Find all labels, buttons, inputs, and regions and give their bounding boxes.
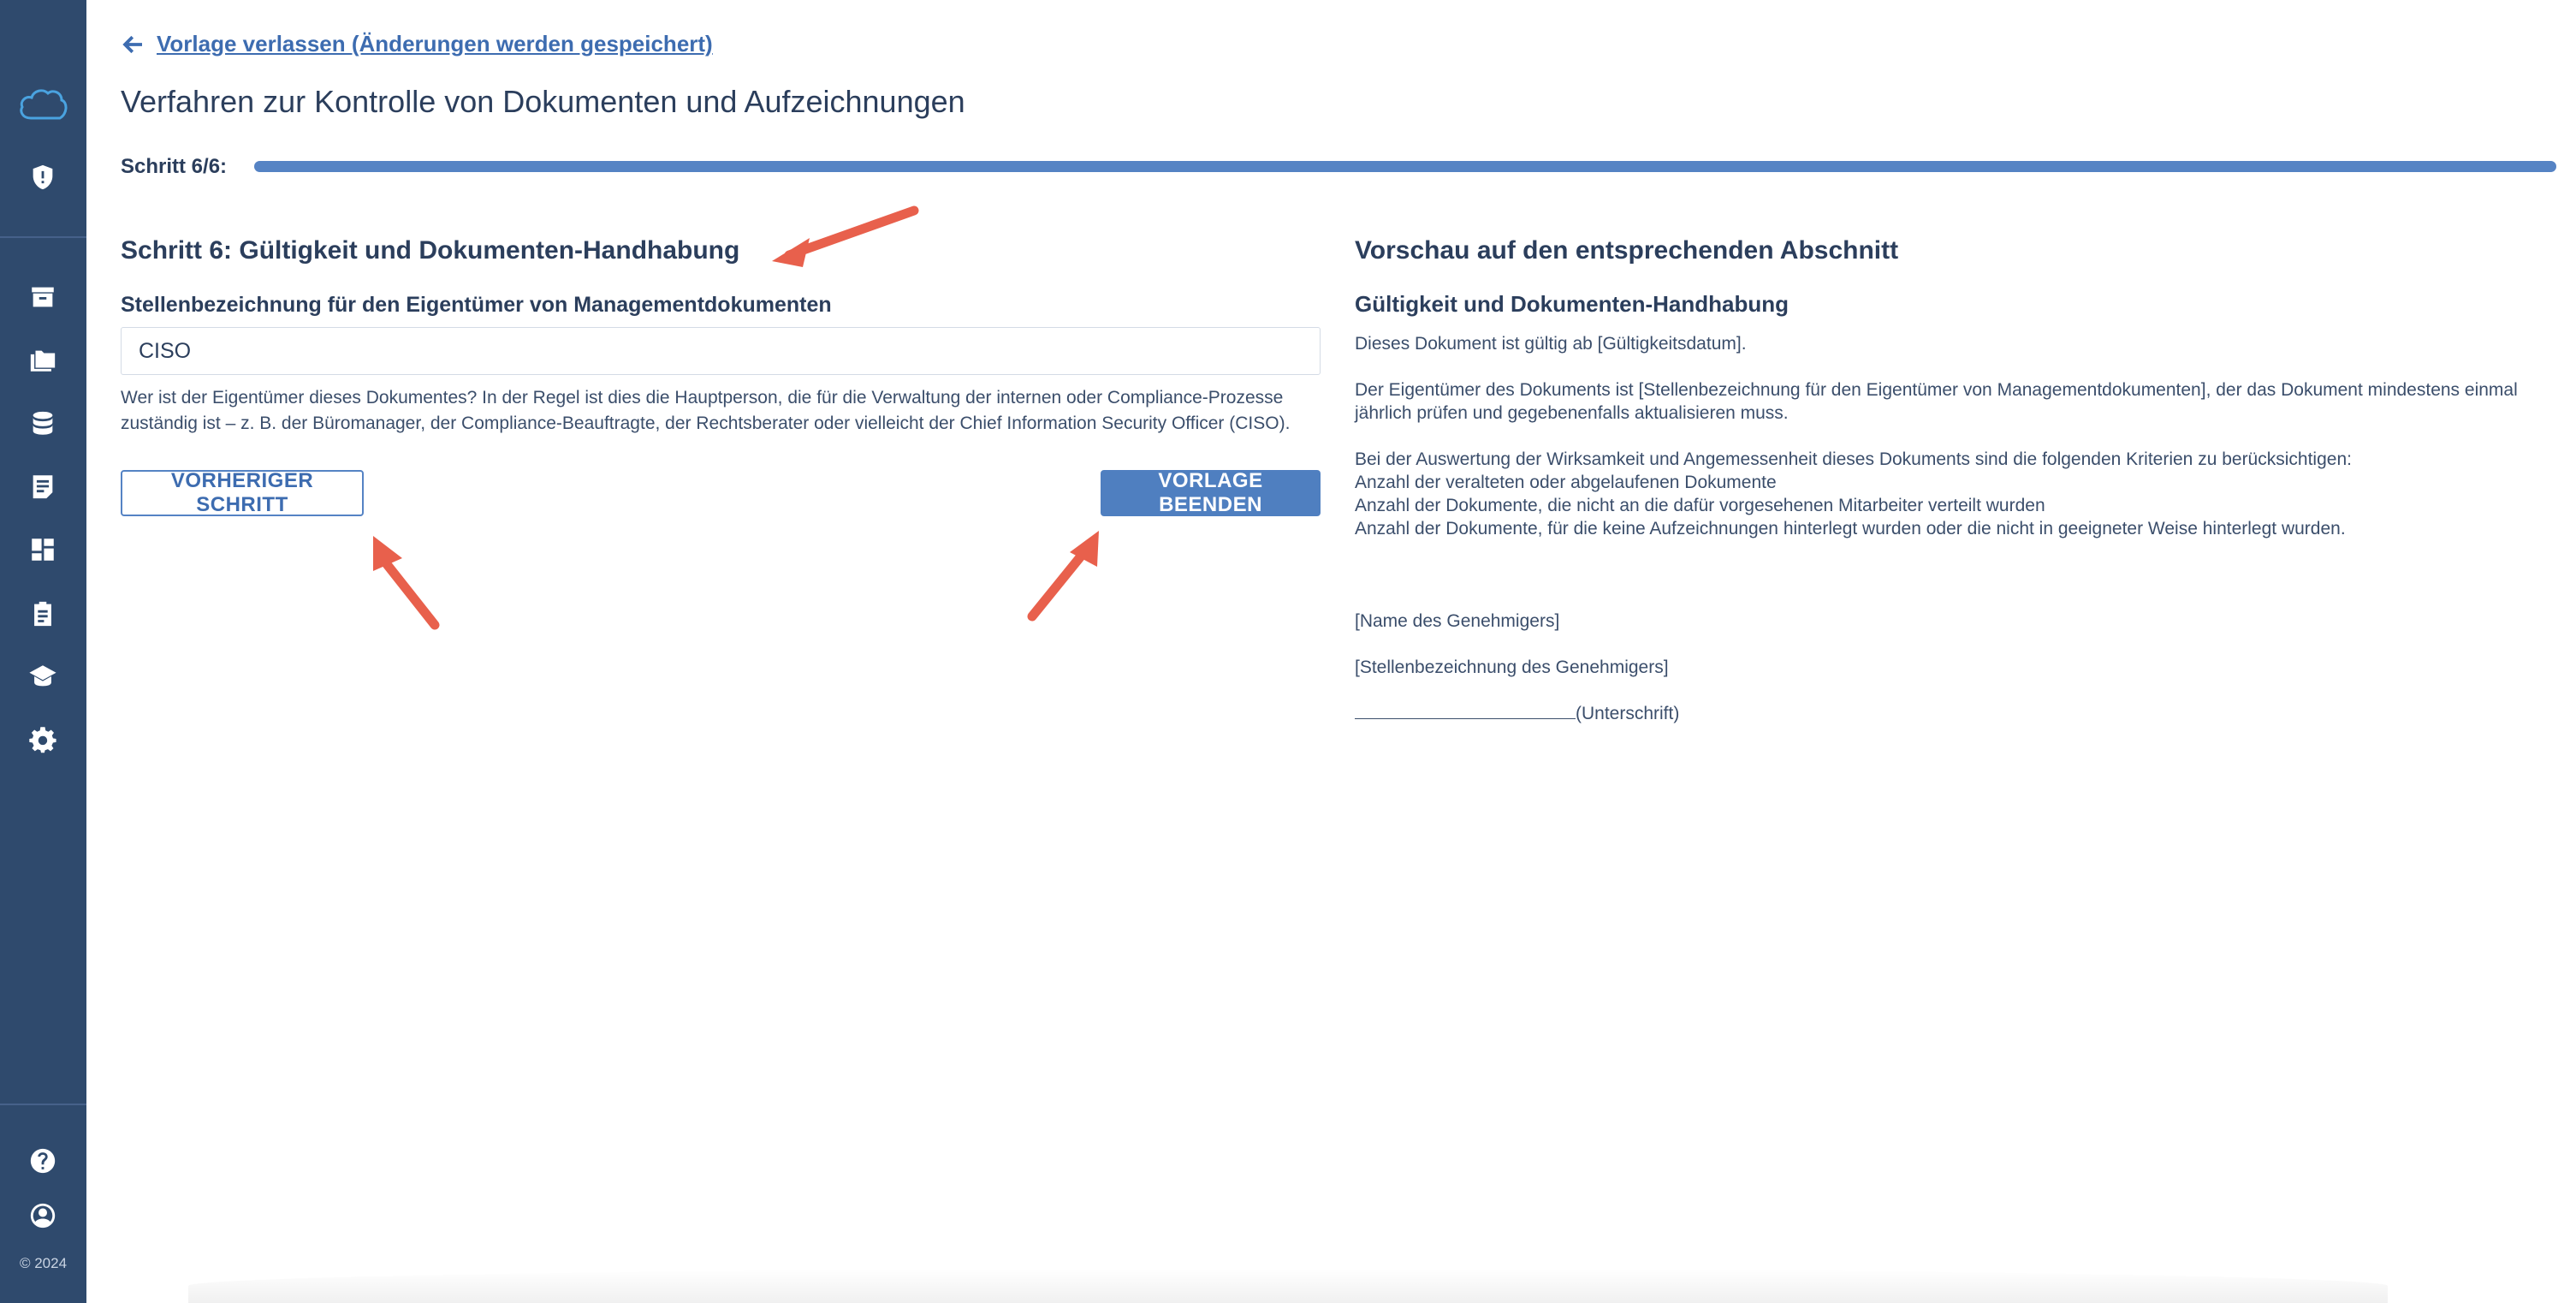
leave-template-label: Vorlage verlassen (Änderungen werden ges… bbox=[157, 31, 713, 57]
preview-criterion: Anzahl der Dokumente, für die keine Aufz… bbox=[1355, 519, 2346, 538]
folders-icon[interactable] bbox=[26, 343, 60, 378]
approver-name: [Name des Genehmigers] bbox=[1355, 611, 1560, 631]
arrow-left-icon bbox=[122, 35, 142, 53]
sidebar-divider bbox=[0, 1104, 86, 1105]
bottom-shadow bbox=[188, 1269, 2388, 1303]
field-help-text: Wer ist der Eigentümer dieses Dokumentes… bbox=[121, 388, 1291, 433]
preview-subtitle: Gültigkeit und Dokumenten-Handhabung bbox=[1355, 291, 1789, 317]
preview-criteria-intro: Bei der Auswertung der Wirksamkeit und A… bbox=[1355, 449, 2352, 469]
user-icon[interactable] bbox=[26, 1199, 60, 1233]
signature-label: (Unterschrift) bbox=[1576, 704, 1680, 723]
approver-title: [Stellenbezeichnung des Genehmigers] bbox=[1355, 657, 1669, 677]
cloud-logo-icon[interactable] bbox=[17, 86, 68, 123]
step-title: Schritt 6: Gültigkeit und Dokumenten-Han… bbox=[121, 236, 740, 265]
step-indicator: Schritt 6/6: bbox=[121, 155, 228, 178]
database-icon[interactable] bbox=[26, 407, 60, 441]
help-icon[interactable] bbox=[26, 1144, 60, 1178]
preview-criterion: Anzahl der veralteten oder abgelaufenen … bbox=[1355, 473, 1777, 492]
clipboard-icon[interactable] bbox=[26, 597, 60, 631]
dashboard-icon[interactable] bbox=[26, 533, 60, 567]
field-label: Stellenbezeichnung für den Eigentümer vo… bbox=[121, 293, 832, 317]
preview-owner: Der Eigentümer des Dokuments ist [Stelle… bbox=[1355, 380, 2518, 423]
gear-icon[interactable] bbox=[26, 723, 60, 758]
leave-template-link[interactable]: Vorlage verlassen (Änderungen werden ges… bbox=[121, 31, 713, 57]
progress-fill bbox=[254, 161, 2556, 172]
document-icon[interactable] bbox=[26, 469, 60, 503]
archive-icon[interactable] bbox=[26, 280, 60, 314]
job-title-input[interactable] bbox=[121, 327, 1321, 375]
preview-criterion: Anzahl der Dokumente, die nicht an die d… bbox=[1355, 496, 2045, 515]
signature-line: (Unterschrift) bbox=[1355, 702, 2553, 725]
shield-icon[interactable] bbox=[26, 160, 60, 194]
page-title: Verfahren zur Kontrolle von Dokumenten u… bbox=[121, 84, 965, 119]
finish-template-button[interactable]: VORLAGE BEENDEN bbox=[1101, 469, 1321, 516]
main-content: Vorlage verlassen (Änderungen werden ges… bbox=[86, 0, 2576, 1303]
sidebar: © 2024 bbox=[0, 0, 86, 1303]
progress-bar bbox=[254, 161, 2556, 172]
sidebar-divider bbox=[0, 236, 86, 238]
previous-step-button[interactable]: VORHERIGER SCHRITT bbox=[121, 469, 364, 516]
copyright: © 2024 bbox=[19, 1255, 68, 1271]
preview-validity: Dieses Dokument ist gültig ab [Gültigkei… bbox=[1355, 334, 1747, 354]
preview-title: Vorschau auf den entsprechenden Abschnit… bbox=[1355, 236, 1899, 265]
signature-underline bbox=[1355, 703, 1576, 719]
graduation-cap-icon[interactable] bbox=[26, 659, 60, 693]
